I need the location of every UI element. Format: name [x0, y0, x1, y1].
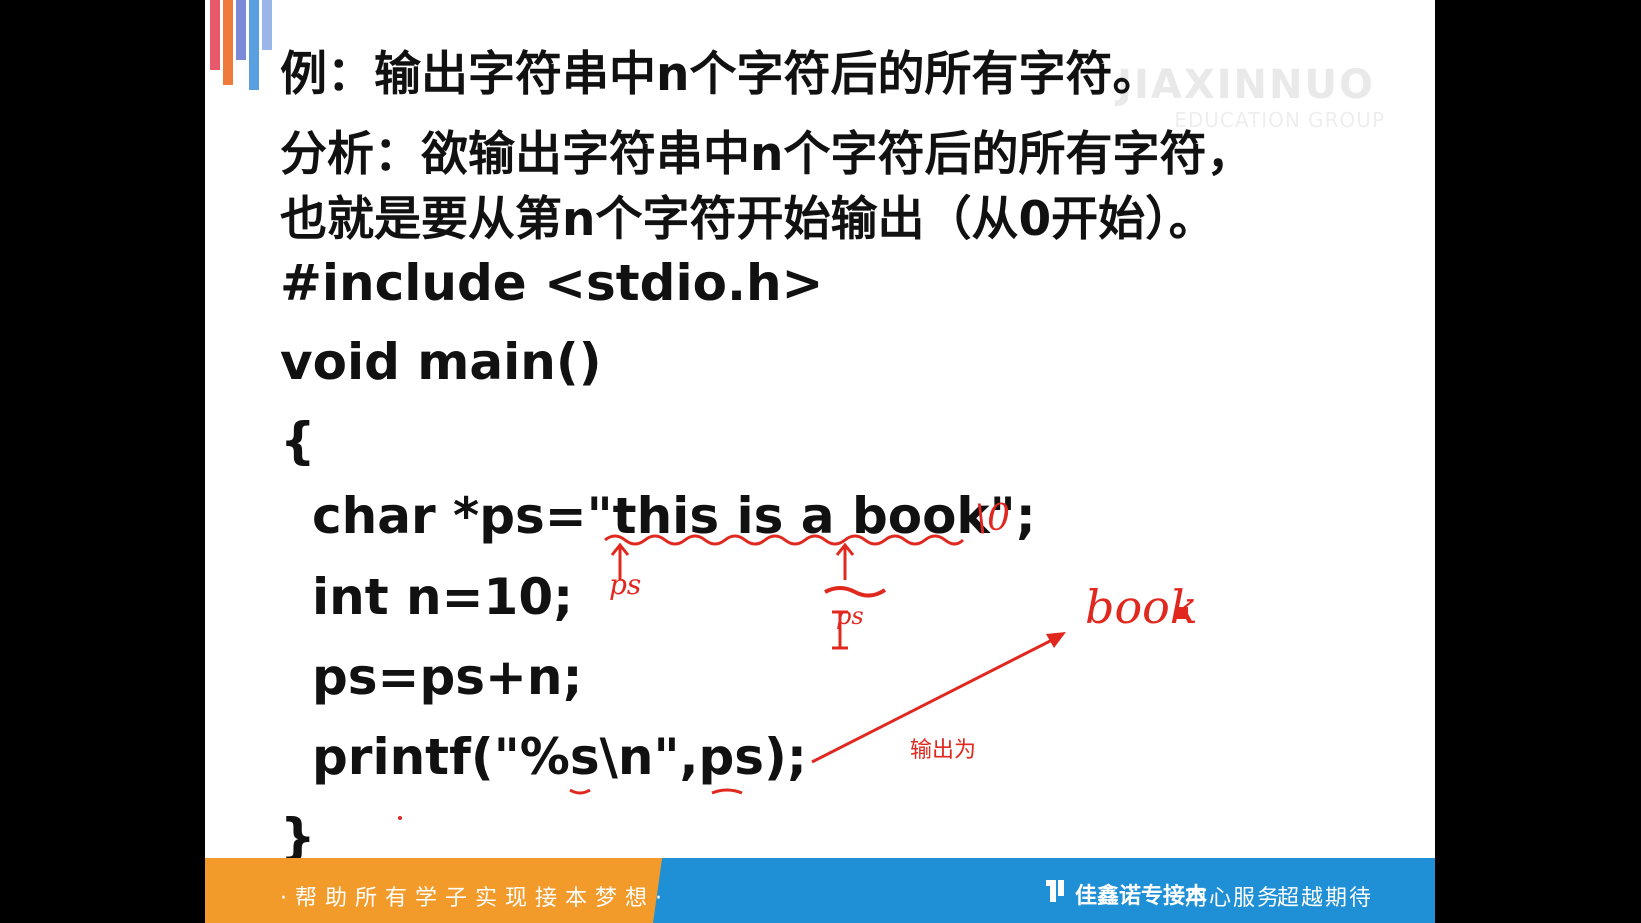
code-line-int-n: int n=10; — [312, 568, 574, 626]
footer-motto-expect: 超越期待 — [1277, 886, 1374, 911]
slide: JIAXINNUO EDUCATION GROUP 例：输出字符串中n个字符后的… — [205, 0, 1435, 923]
analysis-line-2: 也就是要从第n个字符开始输出（从0开始）。 — [280, 192, 1216, 247]
footer-slogan: ·帮助所有学子实现接本梦想· — [280, 886, 670, 911]
brand-logo-icon — [1046, 880, 1064, 902]
analysis-line-1: 分析：欲输出字符串中n个字符后的所有字符， — [280, 127, 1254, 182]
logo-stripes-icon — [210, 0, 272, 90]
code-line-main: void main() — [280, 333, 602, 391]
footer-motto-service: 用心服务 — [1185, 886, 1282, 911]
code-line-printf: printf("%s\n",ps); — [312, 728, 807, 786]
footer-banner: ·帮助所有学子实现接本梦想· 佳鑫诺专接本 用心服务 超越期待 — [205, 858, 1435, 923]
code-line-ps-add: ps=ps+n; — [312, 648, 583, 706]
code-line-char-ps: char *ps="this is a book"; — [312, 487, 1036, 545]
example-title: 例：输出字符串中n个字符后的所有字符。 — [280, 47, 1160, 102]
code-line-open-brace: { — [280, 412, 316, 470]
code-line-include: #include <stdio.h> — [280, 254, 824, 312]
